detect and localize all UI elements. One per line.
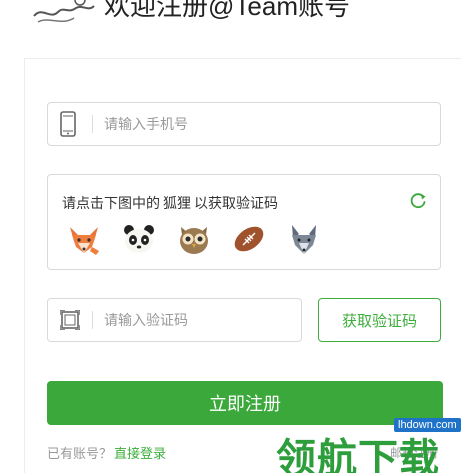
field-separator [92,311,93,329]
captcha-prompt-prefix: 请点击下图中的 [62,195,160,211]
captcha-prompt-suffix: 以获取验证码 [194,195,278,211]
football-icon[interactable] [231,221,267,257]
phone-input[interactable] [104,103,432,145]
owl-icon[interactable] [176,221,212,257]
login-prompt: 已有账号？ 直接登录 [47,443,166,462]
wolf-icon[interactable] [286,221,322,257]
verification-code-input[interactable] [104,299,293,341]
mobile-phone-icon [60,111,76,137]
panda-icon[interactable] [121,221,157,257]
watermark-text: 领航下载 [276,436,440,473]
bird-logo-icon [33,0,95,23]
field-separator [92,115,93,133]
watermark: lhdown.com 领航下载 [276,414,461,473]
captcha-box: 请点击下图中的 狐狸 以获取验证码 [47,174,441,270]
page-header: 欢迎注册@Team账号 [0,0,461,36]
captcha-animal-list [66,221,322,257]
captcha-target-animal: 狐狸 [163,195,191,211]
get-code-button[interactable]: 获取验证码 [318,298,441,342]
login-link[interactable]: 直接登录 [114,446,166,461]
scan-frame-icon [60,310,80,330]
code-field[interactable] [47,298,302,342]
have-account-text: 已有账号？ [47,446,113,461]
refresh-icon[interactable] [408,191,428,211]
fox-icon[interactable] [66,221,102,257]
captcha-prompt: 请点击下图中的 狐狸 以获取验证码 [62,193,278,213]
phone-field[interactable] [47,102,441,146]
page-title: 欢迎注册@Team账号 [104,0,350,21]
